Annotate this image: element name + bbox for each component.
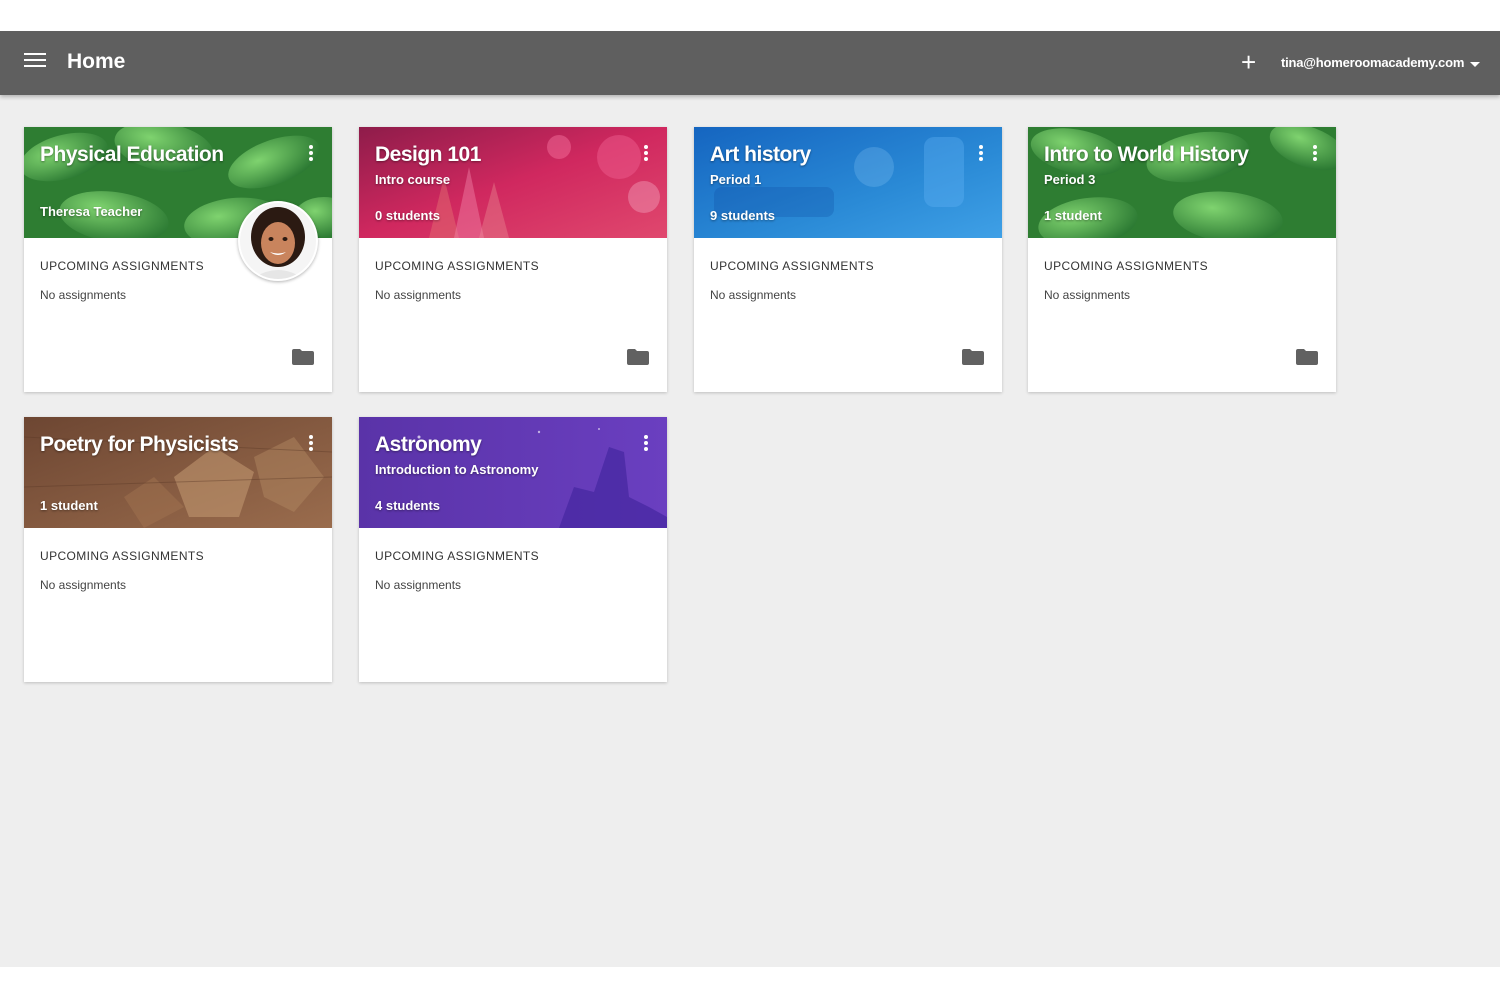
class-student-count: 9 students [710,208,776,223]
more-options-icon[interactable] [307,145,315,163]
class-card-header[interactable]: Astronomy Introduction to Astronomy 4 st… [359,417,667,528]
class-section: Introduction to Astronomy [375,462,539,477]
more-options-icon[interactable] [1311,145,1319,163]
more-options-icon[interactable] [642,435,650,453]
more-options-icon[interactable] [642,145,650,163]
assignments-status: No assignments [40,288,127,302]
upcoming-assignments-label: UPCOMING ASSIGNMENTS [375,549,540,563]
class-card-header[interactable]: Design 101 Intro course 0 students [359,127,667,238]
more-options-icon[interactable] [977,145,985,163]
class-section: Intro course [375,172,451,187]
class-student-count: 0 students [375,208,441,223]
class-card[interactable]: Physical Education Theresa Teacher UPCOM… [24,127,332,392]
class-title[interactable]: Poetry for Physicists [40,433,239,457]
more-options-icon[interactable] [307,435,315,453]
assignments-status: No assignments [1044,288,1131,302]
class-student-count: 1 student [1044,208,1102,223]
class-card[interactable]: Intro to World History Period 3 1 studen… [1028,127,1336,392]
class-card-header[interactable]: Poetry for Physicists 1 student [24,417,332,528]
class-title[interactable]: Art history [710,143,811,167]
class-title[interactable]: Design 101 [375,143,481,167]
class-card[interactable]: Design 101 Intro course 0 students UPCOM… [359,127,667,392]
assignments-status: No assignments [375,578,462,592]
class-title[interactable]: Astronomy [375,433,482,457]
class-student-count: 1 student [40,498,98,513]
page-title: Home [67,50,126,73]
assignments-status: No assignments [375,288,462,302]
account-email[interactable]: tina@homeroomacademy.com [1281,55,1464,70]
top-app-bar: Home + tina@homeroomacademy.com [0,31,1500,95]
class-card[interactable]: Poetry for Physicists 1 student UPCOMING… [24,417,332,682]
class-section: Period 3 [1044,172,1096,187]
upcoming-assignments-label: UPCOMING ASSIGNMENTS [1044,259,1209,273]
upcoming-assignments-label: UPCOMING ASSIGNMENTS [710,259,875,273]
class-card-header[interactable]: Intro to World History Period 3 1 studen… [1028,127,1336,238]
upcoming-assignments-label: UPCOMING ASSIGNMENTS [40,259,205,273]
assignments-status: No assignments [40,578,127,592]
assignments-status: No assignments [710,288,797,302]
upcoming-assignments-label: UPCOMING ASSIGNMENTS [40,549,205,563]
hamburger-menu-icon[interactable] [24,53,46,71]
add-class-icon[interactable]: + [1241,49,1256,75]
class-card[interactable]: Art history Period 1 9 students UPCOMING… [694,127,1002,392]
folder-icon[interactable] [627,349,649,365]
class-student-count: 4 students [375,498,441,513]
folder-icon[interactable] [1296,349,1318,365]
classroom-screen: Home + tina@homeroomacademy.com Physical… [0,31,1500,967]
class-section: Period 1 [710,172,762,187]
class-card-header[interactable]: Art history Period 1 9 students [694,127,1002,238]
class-title[interactable]: Physical Education [40,143,224,167]
folder-icon[interactable] [962,349,984,365]
teacher-avatar [238,201,318,281]
class-teacher-name: Theresa Teacher [40,204,143,219]
account-dropdown-caret-icon[interactable] [1470,62,1480,67]
class-card[interactable]: Astronomy Introduction to Astronomy 4 st… [359,417,667,682]
folder-icon[interactable] [292,349,314,365]
upcoming-assignments-label: UPCOMING ASSIGNMENTS [375,259,540,273]
class-title[interactable]: Intro to World History [1044,143,1249,167]
